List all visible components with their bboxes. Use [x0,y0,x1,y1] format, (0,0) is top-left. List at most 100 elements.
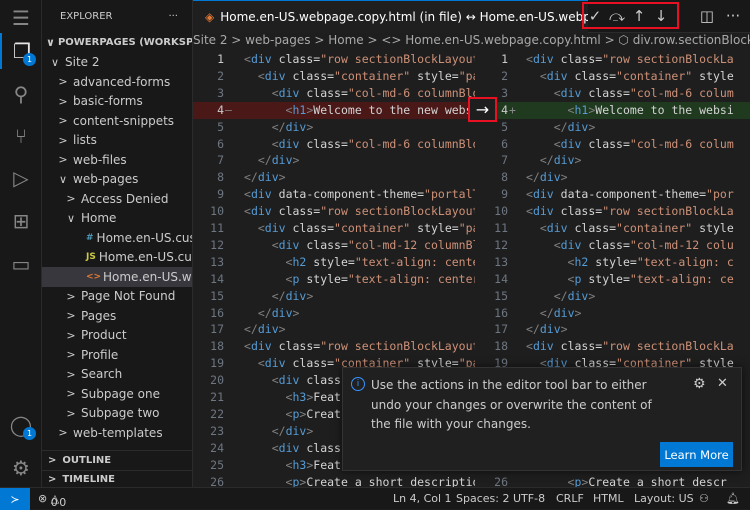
tree-item[interactable]: > Pages [42,306,192,326]
line-number: 25 [210,457,224,472]
extensions-icon[interactable]: ⊞ [0,203,42,239]
chevron-icon: ∨ [58,172,68,186]
code-line: 15 </div> [475,288,750,305]
line-number: 8 [501,170,508,185]
line-number: 5 [217,119,224,134]
search-icon[interactable]: ⚲ [0,76,42,112]
remote-explorer-icon[interactable]: ▭ [0,246,42,282]
tree-item[interactable]: > Access Denied [42,189,192,209]
workspace-header[interactable]: ∨POWERPAGES (WORKSPA... [42,33,192,53]
timeline-section[interactable]: > TIMELINE [42,469,192,488]
tree-item[interactable]: > Profile [42,345,192,365]
tree-item[interactable]: > advanced-forms [42,72,192,92]
language-mode[interactable]: HTML [593,492,624,505]
settings-gear-icon[interactable]: ⚙ [0,450,42,486]
code-text: </div> [271,423,314,438]
code-line: 18 <div class="row sectionBlockLayout [193,338,475,355]
tab-title: Home.en-US.webpage.copy.html (in file) ↔… [220,10,588,24]
tree-item[interactable]: ∨ Home [42,209,192,229]
code-text: </div> [244,322,286,337]
tree-item[interactable]: JSHome.en-US.cust... [42,248,192,268]
explorer-icon[interactable]: ❐ 1 [0,33,42,69]
notification-settings-gear-icon[interactable]: ⚙ [693,376,706,392]
code-text: <p>Creat [285,406,341,421]
code-text: <div class="col-md-12 colu [553,237,734,252]
tree-item-label: lists [73,133,97,148]
accounts-status-icon[interactable]: ⚇ [699,492,709,505]
outline-section[interactable]: > OUTLINE [42,450,192,470]
tree-item-label: basic-forms [73,94,143,109]
tree-item[interactable]: > basic-forms [42,92,192,112]
code-line: 9 <div data-component-theme="portalT [193,186,475,203]
workspace-label: POWERPAGES (WORKSPA... [57,37,192,49]
code-line: 12 <div class="col-md-12 columnBl [193,237,475,254]
line-number: 1 [501,52,508,66]
breadcrumb[interactable]: Site 2 > web-pages > Home > <> Home.en-U… [193,33,750,50]
code-text: <h1>Welcome to the new webs [285,102,473,117]
accounts-icon[interactable]: ◯ 1 [0,407,42,443]
code-text: <div class="row sectionBlockLayout [244,204,475,219]
code-text: </div> [526,170,568,185]
remote-icon[interactable]: ≻ [0,488,30,510]
tree-item[interactable]: > lists [42,131,192,151]
code-line: 13 <h2 style="text-align: c [475,254,750,271]
code-line: 9 <div data-component-theme="por [475,186,750,203]
tree-item[interactable]: > Subpage one [42,384,192,404]
tree-item[interactable]: > content-snippets [42,111,192,131]
explorer-title: EXPLORER [60,11,113,22]
editor-more-icon[interactable]: ··· [723,5,743,27]
error-count: 0 [50,496,58,509]
tree-item[interactable]: ∨ web-pages [42,170,192,190]
notifications-bell-icon[interactable]: 🔔︎ [726,492,740,505]
line-number: 14 [210,271,224,286]
notification-toast: i Use the actions in the editor tool bar… [342,367,742,471]
tree-item[interactable]: > Product [42,326,192,346]
code-line: 26 <p>Create a short descr [475,474,750,488]
tree-item[interactable]: > web-templates [42,423,192,443]
close-icon[interactable]: ✕ [717,376,728,391]
line-number: 11 [494,221,508,235]
tree-item[interactable]: ∨ Site 2 [42,53,192,73]
tree-item[interactable]: > web-files [42,150,192,170]
code-line: 17 </div> [475,321,750,338]
source-control-icon[interactable]: ⑂ [0,118,42,154]
tree-item-label: Home.en-US.cust... [96,230,192,245]
more-actions-icon[interactable]: ··· [168,11,178,22]
learn-more-button[interactable]: Learn More [660,442,733,467]
encoding[interactable]: UTF-8 [513,492,545,505]
line-number: 12 [494,237,508,252]
tree-item[interactable]: #Home.en-US.cust... [42,228,192,248]
code-line: 8 </div> [475,169,750,186]
indentation[interactable]: Spaces: 2 [456,492,509,505]
chevron-icon: > [58,114,68,128]
code-text: <h2 style="text-align: cente [285,254,475,269]
tree-item[interactable]: <>Home.en-US.web... [42,267,192,287]
tree-item-label: content-snippets [73,113,175,128]
chevron-icon: > [66,328,76,342]
tree-item-label: advanced-forms [73,74,171,89]
run-debug-icon[interactable]: ▷ [0,160,42,196]
notification-message: Use the actions in the editor tool bar t… [371,378,652,431]
activity-bar: ☰ ❐ 1 ⚲ ⑂ ▷ ⊞ ▭ ◯ 1 ⚙ [0,0,42,487]
tree-item[interactable]: > Search [42,365,192,385]
chevron-icon: > [66,387,76,401]
code-text: <h2 style="text-align: c [567,254,734,269]
tab-diff-editor[interactable]: ◈ Home.en-US.webpage.copy.html (in file) … [193,0,588,33]
line-number: 10 [210,204,224,219]
code-line: 14 <p style="text-align: ce [475,271,750,288]
tree-item[interactable]: > Page Not Found [42,287,192,307]
split-editor-icon[interactable]: ◫ [697,5,717,27]
tree-item-label: Page Not Found [81,289,176,304]
line-number: 24 [210,440,224,455]
code-line: 12 <div class="col-md-12 colu [475,237,750,254]
cursor-position[interactable]: Ln 4, Col 1 [393,492,452,505]
code-text: </div> [526,322,568,337]
copy-change-arrow-icon[interactable]: → [468,97,497,122]
menu-icon[interactable]: ☰ [0,0,42,36]
line-number: 22 [210,406,224,421]
line-ending[interactable]: CRLF [556,492,584,505]
line-number: 1 [217,52,224,66]
problems-indicator[interactable]: ⊗ 0 △ 0 [38,492,66,509]
keyboard-layout[interactable]: Layout: US [634,492,694,505]
tree-item[interactable]: > Subpage two [42,404,192,424]
